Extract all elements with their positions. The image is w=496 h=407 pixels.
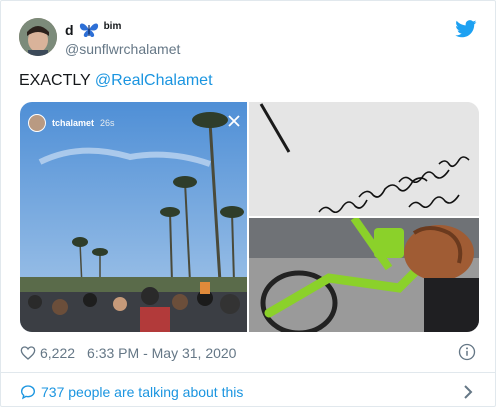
- display-name[interactable]: d: [65, 22, 74, 38]
- media-photo-3[interactable]: [249, 218, 479, 332]
- media-photo-1[interactable]: tchalamet 26s: [20, 102, 247, 332]
- story-avatar: [28, 114, 46, 132]
- divider: [1, 372, 495, 373]
- author-avatar[interactable]: [19, 18, 57, 56]
- twitter-bird-icon[interactable]: [455, 20, 477, 38]
- author-handle[interactable]: @sunflwrchalamet: [65, 41, 180, 57]
- story-header: tchalamet 26s: [28, 114, 115, 132]
- like-count[interactable]: 6,222: [40, 345, 75, 361]
- media-grid: tchalamet 26s: [20, 102, 479, 332]
- mention-link[interactable]: @RealChalamet: [95, 72, 213, 89]
- conversation-link[interactable]: 737 people are talking about this: [20, 382, 243, 402]
- tweet-timestamp[interactable]: 6:33 PM - May 31, 2020: [87, 345, 236, 361]
- heart-icon[interactable]: [20, 345, 36, 361]
- butterfly-icon: [79, 23, 98, 37]
- tweet-text: EXACTLY @RealChalamet: [19, 72, 213, 90]
- tweet-meta: 6,222 6:33 PM - May 31, 2020: [20, 344, 236, 362]
- info-icon[interactable]: [458, 343, 476, 361]
- conversation-text[interactable]: 737 people are talking about this: [41, 384, 243, 400]
- tweet-text-body: EXACTLY: [19, 72, 95, 89]
- media-photo-2[interactable]: [249, 102, 479, 216]
- close-icon: [228, 115, 240, 127]
- story-username: tchalamet: [52, 118, 95, 128]
- display-name-row[interactable]: d bim: [65, 21, 121, 39]
- comment-bubble-icon: [20, 385, 36, 400]
- chevron-right-icon[interactable]: [463, 384, 473, 400]
- name-suffix: bim: [103, 20, 122, 32]
- story-time: 26s: [100, 118, 115, 128]
- embedded-tweet-card: d bim @sunflwrchalamet EXACTLY @RealChal…: [0, 0, 496, 407]
